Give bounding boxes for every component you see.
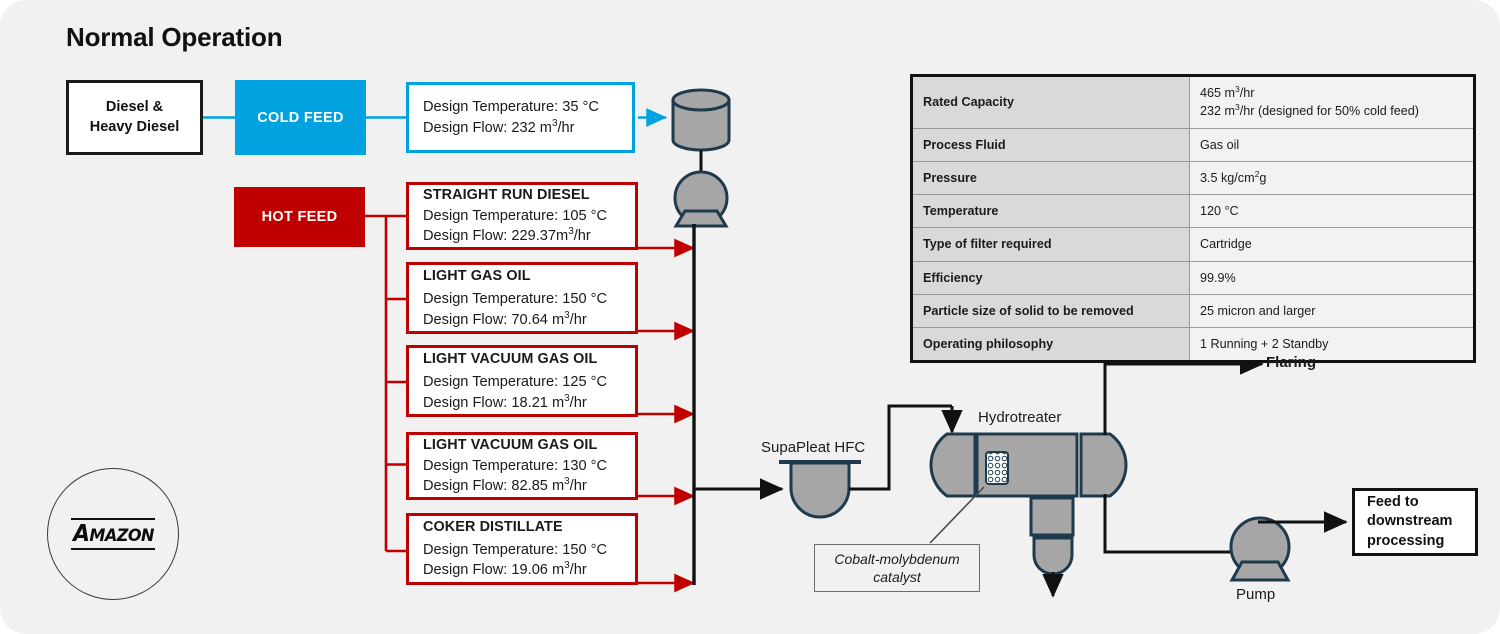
downstream-line-3: processing (1367, 532, 1445, 549)
stream-flow-2: Design Flow: 18.21 m3/hr (423, 393, 635, 414)
stream-temperature-4: Design Temperature: 150 °C (423, 541, 608, 558)
logo-rest: MAZON (88, 525, 154, 546)
downstream-line-1: Feed to (1367, 494, 1419, 511)
supapleat-filter (779, 460, 861, 519)
cold-feed-tag[interactable]: COLD FEED (235, 80, 366, 155)
spec-value-line: 3.5 kg/cm2g (1200, 168, 1267, 185)
spec-key: Pressure (911, 160, 1190, 196)
spec-value: 465 m3/hr 232 m3/hr (designed for 50% col… (1189, 75, 1475, 129)
line-to-flaring (1103, 353, 1264, 435)
spec-value-line: 465 m3/hr (1200, 83, 1255, 100)
stream-flow-3: Design Flow: 82.85 m3/hr (423, 476, 635, 497)
cold-flow-pre: Design Flow: 232 m (423, 119, 552, 136)
hot-feed-tag[interactable]: HOT FEED (234, 187, 365, 247)
spec-value: 1 Running + 2 Standby (1189, 326, 1475, 363)
stream-name-1: LIGHT GAS OIL (423, 267, 531, 284)
amazon-logo: AMAZON (47, 468, 179, 600)
catalyst-note-line-2: catalyst (873, 569, 921, 585)
stream-flow-pre-0: Design Flow: 229.37m (423, 228, 569, 245)
spec-value-line: 232 m3/hr (designed for 50% cold feed) (1200, 102, 1419, 119)
cold-feed-flow: Design Flow: 232 m3/hr (423, 118, 632, 139)
downstream-line-2: downstream (1367, 513, 1453, 530)
stream-flow-post-4: /hr (569, 562, 587, 579)
source-line-1: Diesel & (105, 98, 164, 115)
stream-flow-post-1: /hr (569, 311, 587, 328)
stream-temperature-1: Design Temperature: 150 °C (423, 291, 608, 308)
spec-row: Efficiency 99.9% (911, 260, 1475, 295)
spec-row: Pressure 3.5 kg/cm2g (911, 160, 1475, 196)
stream-temperature-3: Design Temperature: 130 °C (423, 457, 608, 474)
spec-key: Operating philosophy (911, 326, 1190, 363)
pump (1229, 516, 1291, 582)
spec-key: Type of filter required (911, 227, 1190, 262)
stream-name-2: LIGHT VACUUM GAS OIL (423, 350, 598, 367)
stream-name-4: COKER DISTILLATE (423, 519, 563, 536)
hydrotreater-label: Hydrotreater (978, 409, 1062, 426)
stream-flow-pre-3: Design Flow: 82.85 m (423, 478, 565, 495)
spec-value-line: Cartridge (1200, 237, 1252, 252)
spec-value-line: 120 °C (1200, 204, 1239, 218)
stream-box-3: LIGHT VACUUM GAS OIL Design Temperature:… (406, 432, 638, 500)
flaring-label: Flaring (1266, 354, 1317, 371)
spec-key: Particle size of solid to be removed (911, 293, 1190, 329)
spec-value: 25 micron and larger (1189, 293, 1475, 329)
spec-row: Process Fluid Gas oil (911, 127, 1475, 162)
spec-key: Temperature (911, 193, 1190, 229)
pump-label: Pump (1236, 586, 1276, 603)
specification-table: Rated Capacity 465 m3/hr 232 m3/hr (design… (910, 74, 1476, 364)
source-line-2: Heavy Diesel (89, 118, 180, 135)
cold-feed-tank-pump (671, 88, 731, 228)
spec-key: Efficiency (911, 260, 1190, 295)
spec-row: Operating philosophy 1 Running + 2 Stand… (911, 326, 1475, 363)
spec-value-line: Gas oil (1200, 137, 1240, 152)
stream-flow-pre-2: Design Flow: 18.21 m (423, 394, 565, 411)
stream-box-0: STRAIGHT RUN DIESEL Design Temperature: … (406, 182, 638, 250)
cold-flow-post: /hr (557, 119, 575, 136)
logo-wordmark: AMAZON (72, 520, 154, 547)
spec-value: 99.9% (1189, 260, 1475, 295)
cold-feed-temperature: Design Temperature: 35 °C (423, 98, 599, 115)
catalyst-note: Cobalt-molybdenum catalyst (814, 544, 980, 592)
stream-name-0: STRAIGHT RUN DIESEL (423, 187, 590, 204)
supapleat-label: SupaPleat HFC (761, 439, 866, 456)
stream-flow-pre-1: Design Flow: 70.64 m (423, 311, 565, 328)
spec-row: Type of filter required Cartridge (911, 227, 1475, 262)
catalyst-note-line-1: Cobalt-molybdenum (834, 550, 960, 567)
downstream-box: Feed to downstream processing (1352, 488, 1478, 556)
spec-row: Rated Capacity 465 m3/hr 232 m3/hr (design… (911, 75, 1475, 129)
stream-flow-post-0: /hr (573, 228, 591, 245)
logo-bottom-rule (71, 548, 155, 551)
spec-value: 120 °C (1189, 193, 1475, 229)
logo-first-letter: A (72, 520, 90, 547)
line-to-pump (1103, 494, 1260, 554)
stream-flow-4: Design Flow: 19.06 m3/hr (423, 560, 635, 581)
spec-value: Cartridge (1189, 227, 1475, 262)
cold-feed-info-box: Design Temperature: 35 °C Design Flow: 2… (406, 82, 635, 153)
stream-flow-pre-4: Design Flow: 19.06 m (423, 562, 565, 579)
spec-value: 3.5 kg/cm2g (1189, 160, 1475, 196)
stream-flow-post-2: /hr (569, 394, 587, 411)
stream-flow-post-3: /hr (569, 478, 587, 495)
stream-flow-0: Design Flow: 229.37m3/hr (423, 226, 635, 247)
stream-box-2: LIGHT VACUUM GAS OIL Design Temperature:… (406, 345, 638, 417)
stream-box-1: LIGHT GAS OIL Design Temperature: 150 °C… (406, 262, 638, 334)
stream-box-4: COKER DISTILLATE Design Temperature: 150… (406, 513, 638, 585)
spec-value: Gas oil (1189, 127, 1475, 162)
stream-temperature-0: Design Temperature: 105 °C (423, 207, 608, 224)
spec-key: Process Fluid (911, 127, 1190, 162)
source-box: Diesel & Heavy Diesel (66, 80, 203, 155)
spec-value-line: 1 Running + 2 Standby (1200, 337, 1329, 351)
spec-row: Particle size of solid to be removed 25 m… (911, 293, 1475, 329)
diagram-canvas: Normal Operation Diesel & Heavy Diesel C… (0, 0, 1500, 634)
spec-key: Rated Capacity (911, 75, 1190, 129)
spec-value-line: 25 micron and larger (1200, 303, 1316, 318)
stream-flow-1: Design Flow: 70.64 m3/hr (423, 310, 635, 331)
stream-name-3: LIGHT VACUUM GAS OIL (423, 437, 598, 454)
page-title: Normal Operation (66, 22, 283, 52)
spec-row: Temperature 120 °C (911, 193, 1475, 229)
spec-value-line: 99.9% (1200, 270, 1236, 285)
stream-temperature-2: Design Temperature: 125 °C (423, 374, 608, 391)
